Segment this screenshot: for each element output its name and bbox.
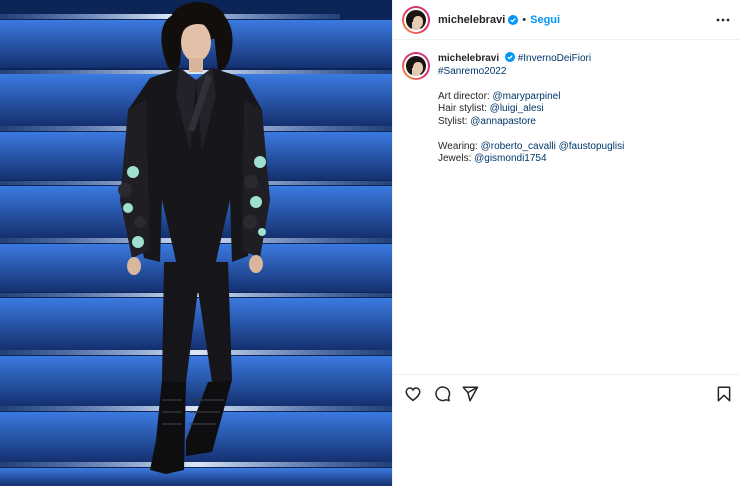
caption-avatar[interactable] <box>402 52 430 80</box>
mention-link[interactable]: @faustopuglisi <box>559 141 625 152</box>
credit-label: Wearing: <box>438 140 481 152</box>
mention-link[interactable]: @luigi_alesi <box>490 103 544 114</box>
mention-link[interactable]: @annapastore <box>470 116 536 127</box>
caption-text: michelebravi #InvernoDeiFiori #Sanremo20… <box>438 52 728 166</box>
caption-first-line: michelebravi #InvernoDeiFiori <box>438 52 728 66</box>
credit-wearing: Wearing: @roberto_cavalli @faustopuglisi <box>438 141 728 154</box>
verified-badge-icon <box>508 14 519 25</box>
hashtag-link[interactable]: #InvernoDeiFiori <box>518 53 591 64</box>
heart-icon[interactable] <box>404 385 422 403</box>
post-header: michelebravi • Segui <box>393 0 740 40</box>
mention-link[interactable]: @roberto_cavalli <box>481 141 556 152</box>
avatar[interactable] <box>402 5 430 34</box>
post-actions <box>393 374 740 412</box>
credit-label: Art director: <box>438 90 493 102</box>
credit-hair-stylist: Hair stylist: @luigi_alesi <box>438 103 728 116</box>
credit-stylist: Stylist: @annapastore <box>438 116 728 129</box>
post-photo[interactable] <box>0 0 392 486</box>
header-username[interactable]: michelebravi <box>438 14 505 26</box>
credit-label: Stylist: <box>438 115 471 127</box>
follow-button[interactable]: Segui <box>530 14 560 26</box>
header-separator: • <box>522 13 527 26</box>
hashtag-link[interactable]: #Sanremo2022 <box>438 66 728 79</box>
instagram-post: michelebravi • Segui michelebravi #Inver… <box>0 0 740 486</box>
post-side-panel: michelebravi • Segui michelebravi #Inver… <box>392 0 740 486</box>
credit-label: Hair stylist: <box>438 103 490 114</box>
bookmark-icon[interactable] <box>715 385 733 403</box>
more-options-icon[interactable] <box>715 12 731 28</box>
credit-label: Jewels: <box>438 153 475 164</box>
paper-plane-icon[interactable] <box>461 385 479 403</box>
mention-link[interactable]: @gismondi1754 <box>474 153 546 164</box>
credit-art-director: Art director: @maryparpinel <box>438 91 728 104</box>
verified-badge-icon <box>504 52 515 62</box>
post-caption: michelebravi #InvernoDeiFiori #Sanremo20… <box>393 52 740 166</box>
comment-icon[interactable] <box>433 385 451 403</box>
credit-jewels: Jewels: @gismondi1754 <box>438 153 728 166</box>
mention-link[interactable]: @maryparpinel <box>492 91 560 102</box>
performer-illustration <box>0 0 392 486</box>
caption-username[interactable]: michelebravi <box>438 53 499 64</box>
